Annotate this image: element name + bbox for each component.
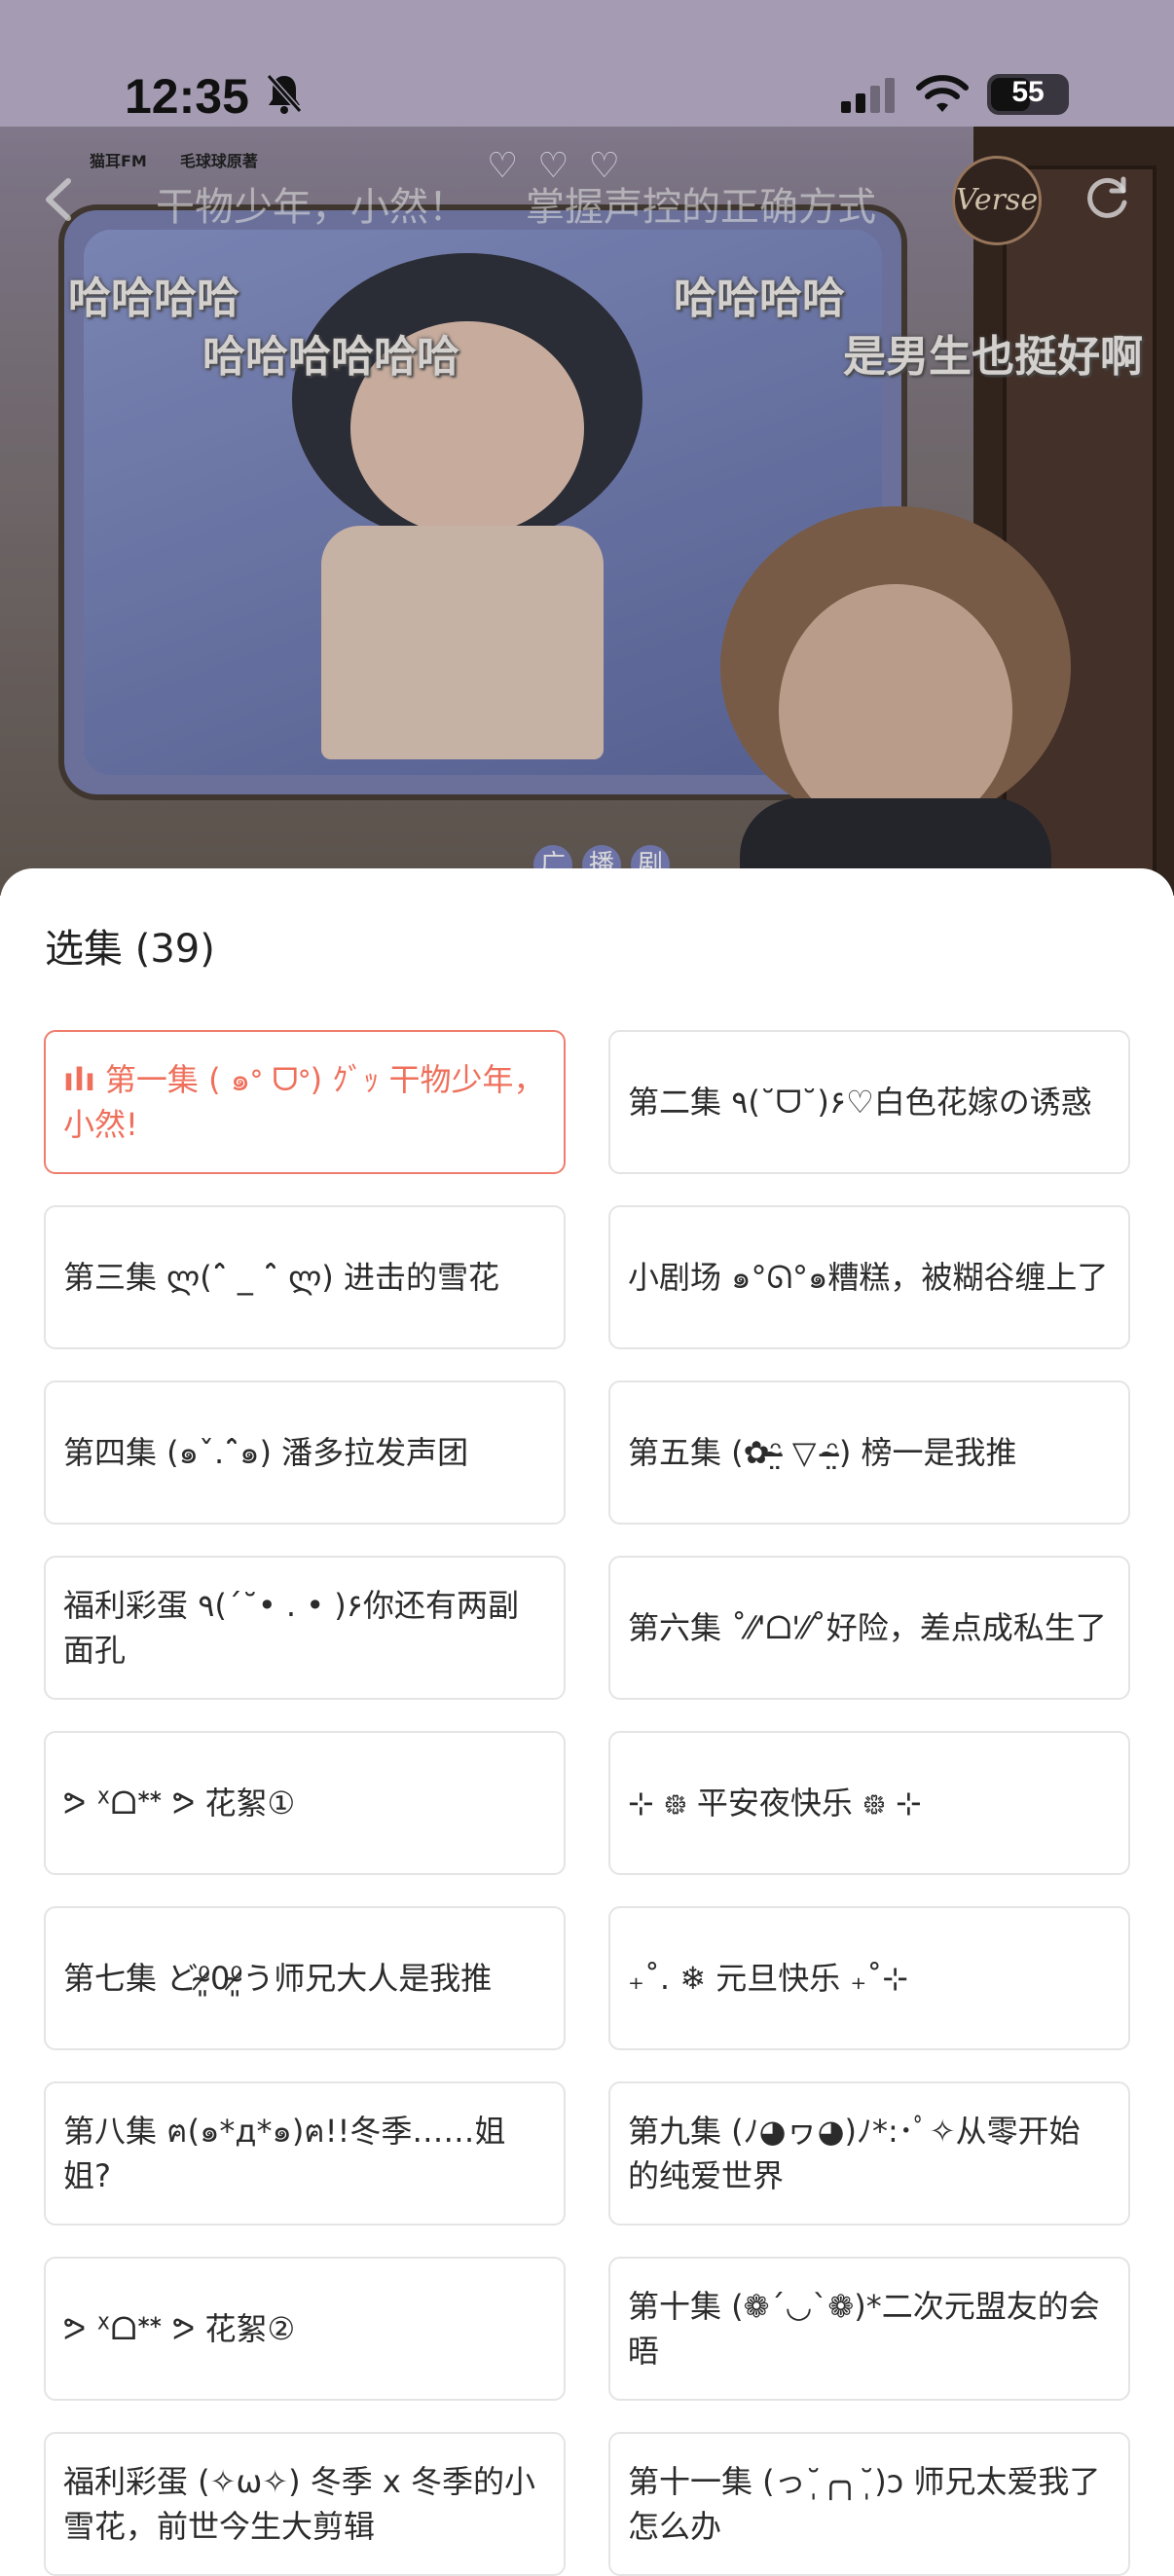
episode-label: 第三集 ლ(ˆ̑ _ ˆ̑ ლ) 进击的雪花: [63, 1259, 499, 1296]
episode-grid: ılı 第一集 ( ๑ᐤ ᗜᐤ) ｸﾞｯ 干物少年，小然! 第二集 ٩(˘ᗜ˘)۶…: [44, 1030, 1130, 2576]
status-time: 12:35: [125, 69, 249, 124]
episode-item-5[interactable]: 第四集 (๑ˇ.ˆ̑๑) 潘多拉发声团: [44, 1380, 566, 1525]
episode-label: ᕗ ᕽᗝᕯ ᕗ 花絮①: [63, 1785, 296, 1822]
episode-label: 小剧场 ๑°ᘏ°๑糟糕，被糊谷缠上了: [628, 1259, 1109, 1296]
episode-label: 第五集 (✿ᵔ̴̶̤ ▽ ᵔ̴̶̤) 榜一是我推: [628, 1434, 1017, 1471]
episode-item-14[interactable]: 第九集 (ﾉ◕ヮ◕)ﾉ*:･ﾟ✧从零开始的纯爱世界: [608, 2081, 1130, 2226]
episode-item-17[interactable]: 福利彩蛋 (✧ω✧) 冬季 x 冬季的小雪花，前世今生大剪辑: [44, 2432, 566, 2576]
episode-selection-sheet: 选集 (39) ılı 第一集 ( ๑ᐤ ᗜᐤ) ｸﾞｯ 干物少年，小然! 第二集…: [0, 868, 1174, 2576]
episode-item-11[interactable]: 第七集 ど⁰̷̴͈0⁰̷̴͈う师兄大人是我推: [44, 1906, 566, 2050]
episode-label: 第一集 ( ๑ᐤ ᗜᐤ) ｸﾞｯ 干物少年，小然!: [63, 1061, 545, 1143]
episode-label: ⊹ ᪥ 平安夜快乐 ᪥ ⊹: [628, 1785, 922, 1822]
dim-overlay[interactable]: [0, 127, 1174, 896]
episode-item-18[interactable]: 第十一集 (っ˘̩╭╮˘̩)ɔ 师兄太爱我了怎么办: [608, 2432, 1130, 2576]
episode-label: 第十集 (❁´◡`❁)*二次元盟友的会晤: [628, 2288, 1100, 2370]
episode-label: ₊˚. ❄ 元旦快乐 ₊˚⊹: [628, 1960, 909, 1997]
episode-item-2[interactable]: 第二集 ٩(˘ᗜ˘)۶♡白色花嫁の诱惑: [608, 1030, 1130, 1174]
episode-item-8[interactable]: 第六集 ˚⁄⁄'ᗝ'⁄⁄˚好险，差点成私生了: [608, 1556, 1130, 1700]
wifi-icon: [916, 75, 969, 112]
episode-label: 第二集 ٩(˘ᗜ˘)۶♡白色花嫁の诱惑: [628, 1084, 1092, 1121]
playing-bars-icon: ılı: [63, 1061, 95, 1098]
episode-item-1[interactable]: ılı 第一集 ( ๑ᐤ ᗜᐤ) ｸﾞｯ 干物少年，小然!: [44, 1030, 566, 1174]
cellular-signal-icon: [841, 78, 895, 113]
episode-label: 第九集 (ﾉ◕ヮ◕)ﾉ*:･ﾟ✧从零开始的纯爱世界: [628, 2113, 1081, 2194]
episode-item-4[interactable]: 小剧场 ๑°ᘏ°๑糟糕，被糊谷缠上了: [608, 1205, 1130, 1349]
episode-label: ᕗ ᕽᗝᕯ ᕗ 花絮②: [63, 2310, 296, 2347]
episode-label: 第四集 (๑ˇ.ˆ̑๑) 潘多拉发声团: [63, 1434, 469, 1471]
episode-item-3[interactable]: 第三集 ლ(ˆ̑ _ ˆ̑ ლ) 进击的雪花: [44, 1205, 566, 1349]
episode-label: 第八集 ฅ(๑*д*๑)ฅ!!冬季……姐姐?: [63, 2113, 506, 2194]
sheet-title: 选集 (39): [45, 927, 215, 972]
episode-label: 第六集 ˚⁄⁄'ᗝ'⁄⁄˚好险，差点成私生了: [628, 1609, 1107, 1646]
bell-off-icon: [266, 74, 303, 114]
episode-item-16[interactable]: 第十集 (❁´◡`❁)*二次元盟友的会晤: [608, 2257, 1130, 2401]
episode-item-7[interactable]: 福利彩蛋 ٩(ˊ˘• . • )۶你还有两副面孔: [44, 1556, 566, 1700]
battery-level: 55: [1011, 76, 1045, 108]
episode-label: 第十一集 (っ˘̩╭╮˘̩)ɔ 师兄太爱我了怎么办: [628, 2463, 1101, 2545]
episode-item-15[interactable]: ᕗ ᕽᗝᕯ ᕗ 花絮②: [44, 2257, 566, 2401]
episode-item-13[interactable]: 第八集 ฅ(๑*д*๑)ฅ!!冬季……姐姐?: [44, 2081, 566, 2226]
episode-item-10[interactable]: ⊹ ᪥ 平安夜快乐 ᪥ ⊹: [608, 1731, 1130, 1875]
status-bar: 12:35 55: [0, 0, 1174, 127]
episode-label: 第七集 ど⁰̷̴͈0⁰̷̴͈う师兄大人是我推: [63, 1960, 493, 1997]
episode-item-12[interactable]: ₊˚. ❄ 元旦快乐 ₊˚⊹: [608, 1906, 1130, 2050]
episode-item-6[interactable]: 第五集 (✿ᵔ̴̶̤ ▽ ᵔ̴̶̤) 榜一是我推: [608, 1380, 1130, 1525]
episode-item-9[interactable]: ᕗ ᕽᗝᕯ ᕗ 花絮①: [44, 1731, 566, 1875]
episode-label: 福利彩蛋 ٩(ˊ˘• . • )۶你还有两副面孔: [63, 1587, 519, 1669]
battery-icon: 55: [987, 74, 1069, 115]
episode-label: 福利彩蛋 (✧ω✧) 冬季 x 冬季的小雪花，前世今生大剪辑: [63, 2463, 536, 2545]
